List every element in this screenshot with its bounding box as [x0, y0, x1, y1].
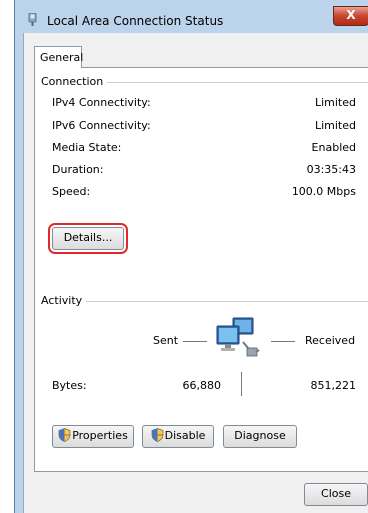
activity-group-label: Activity [41, 294, 87, 307]
connection-group-label: Connection [41, 75, 108, 88]
close-window-button[interactable]: X [333, 6, 368, 26]
ipv6-connectivity-value: Limited [314, 119, 356, 132]
properties-button[interactable]: Properties [52, 425, 134, 448]
properties-button-label: Properties [72, 429, 128, 442]
network-computers-icon [216, 317, 260, 357]
media-state-value: Enabled [311, 141, 356, 154]
ipv4-connectivity-value: Limited [314, 96, 356, 109]
disable-button-label: Disable [164, 429, 206, 442]
ipv4-connectivity-label: IPv4 Connectivity: [52, 96, 151, 109]
media-state-label: Media State: [52, 141, 122, 154]
sent-line [183, 341, 207, 342]
details-button[interactable]: Details... [48, 223, 128, 254]
title-bar[interactable]: Local Area Connection Status X [15, 0, 368, 36]
duration-value: 03:35:43 [306, 163, 356, 176]
network-connection-icon [28, 13, 37, 26]
received-line [271, 341, 295, 342]
bytes-divider [241, 372, 242, 396]
received-label: Received [305, 334, 356, 347]
dialog-client-area: General Connection IPv4 Connectivity: Li… [23, 33, 368, 513]
general-tab-panel: Connection IPv4 Connectivity: Limited IP… [34, 67, 368, 472]
duration-label: Duration: [52, 163, 104, 176]
sent-label: Sent [153, 334, 179, 347]
dialog-footer: Close [24, 472, 368, 513]
uac-shield-icon [151, 428, 163, 442]
uac-shield-icon [58, 428, 71, 442]
status-window: Local Area Connection Status X General C… [14, 0, 368, 513]
speed-value: 100.0 Mbps [291, 185, 356, 198]
bytes-label: Bytes: [52, 379, 87, 392]
diagnose-button[interactable]: Diagnose [223, 425, 297, 448]
window-title: Local Area Connection Status [47, 14, 224, 28]
bytes-received-value: 851,221 [310, 379, 357, 392]
activity-group-divider [41, 301, 368, 302]
bytes-sent-value: 66,880 [182, 379, 222, 392]
speed-label: Speed: [52, 185, 91, 198]
ipv6-connectivity-label: IPv6 Connectivity: [52, 119, 151, 132]
disable-button[interactable]: Disable [142, 425, 214, 448]
close-button[interactable]: Close [304, 483, 368, 506]
tab-general[interactable]: General [34, 46, 83, 68]
